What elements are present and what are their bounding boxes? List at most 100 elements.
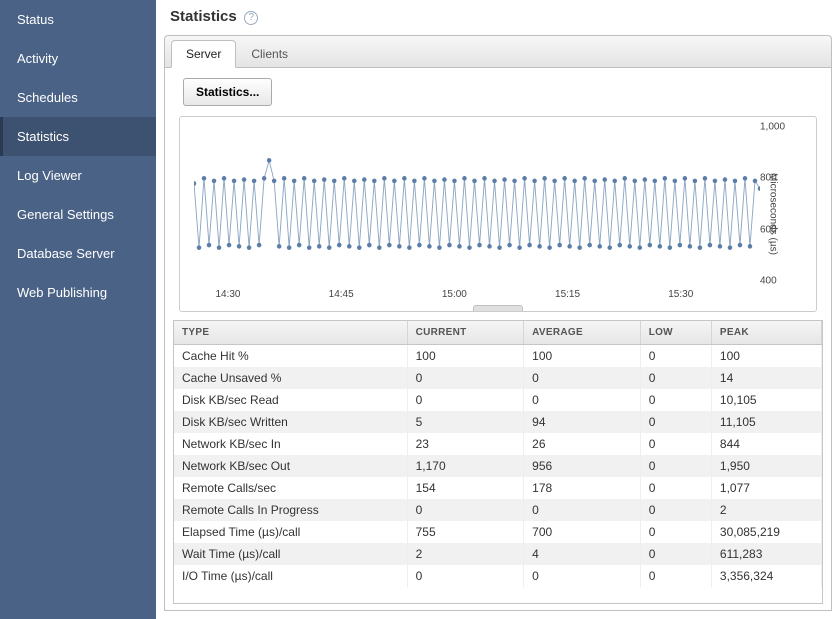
chart-y-tick: 1,000 [760, 122, 785, 133]
table-row[interactable]: Remote Calls In Progress0002 [174, 499, 822, 521]
table-row[interactable]: Disk KB/sec Written594011,105 [174, 411, 822, 433]
table-header-peak[interactable]: PEAK [711, 321, 821, 345]
table-row[interactable]: Network KB/sec In23260844 [174, 433, 822, 455]
cell-average: 956 [524, 455, 641, 477]
cell-current: 0 [407, 499, 524, 521]
cell-average: 0 [524, 367, 641, 389]
cell-current: 0 [407, 565, 524, 587]
cell-average: 94 [524, 411, 641, 433]
cell-peak: 611,283 [711, 543, 821, 565]
table-header-type[interactable]: TYPE [174, 321, 407, 345]
cell-type: I/O Time (µs)/call [174, 565, 407, 587]
sidebar-item-web-publishing[interactable]: Web Publishing [0, 273, 156, 312]
table-row[interactable]: Remote Calls/sec15417801,077 [174, 477, 822, 499]
cell-type: Cache Unsaved % [174, 367, 407, 389]
table-row[interactable]: Cache Unsaved %00014 [174, 367, 822, 389]
stats-table: TYPECURRENTAVERAGELOWPEAK Cache Hit %100… [174, 321, 822, 587]
main-panel: Statistics ? ServerClients Statistics...… [156, 0, 840, 619]
cell-low: 0 [640, 521, 711, 543]
cell-low: 0 [640, 389, 711, 411]
cell-low: 0 [640, 565, 711, 587]
cell-peak: 11,105 [711, 411, 821, 433]
page-title: Statistics [170, 8, 237, 25]
stats-table-wrap: TYPECURRENTAVERAGELOWPEAK Cache Hit %100… [173, 320, 823, 604]
cell-type: Disk KB/sec Written [174, 411, 407, 433]
cell-low: 0 [640, 433, 711, 455]
chart-x-tick: 15:00 [442, 289, 467, 300]
cell-peak: 844 [711, 433, 821, 455]
cell-peak: 1,077 [711, 477, 821, 499]
tab-server[interactable]: Server [171, 40, 236, 68]
sidebar-item-statistics[interactable]: Statistics [0, 117, 156, 156]
sidebar-item-schedules[interactable]: Schedules [0, 78, 156, 117]
cell-low: 0 [640, 455, 711, 477]
cell-peak: 3,356,324 [711, 565, 821, 587]
cell-current: 2 [407, 543, 524, 565]
cell-current: 23 [407, 433, 524, 455]
chart-x-tick: 15:15 [555, 289, 580, 300]
chart-x-tick: 14:45 [329, 289, 354, 300]
chart-x-tick: 14:30 [215, 289, 240, 300]
cell-low: 0 [640, 477, 711, 499]
cell-type: Remote Calls/sec [174, 477, 407, 499]
cell-type: Remote Calls In Progress [174, 499, 407, 521]
cell-current: 0 [407, 367, 524, 389]
tab-clients[interactable]: Clients [236, 40, 303, 68]
sidebar-item-log-viewer[interactable]: Log Viewer [0, 156, 156, 195]
table-header-current[interactable]: CURRENT [407, 321, 524, 345]
table-header-average[interactable]: AVERAGE [524, 321, 641, 345]
cell-type: Disk KB/sec Read [174, 389, 407, 411]
cell-peak: 30,085,219 [711, 521, 821, 543]
page-header: Statistics ? [156, 0, 840, 35]
cell-type: Network KB/sec Out [174, 455, 407, 477]
cell-peak: 100 [711, 345, 821, 368]
sidebar-item-status[interactable]: Status [0, 0, 156, 39]
resize-grip[interactable] [473, 305, 523, 311]
table-body: Cache Hit %1001000100Cache Unsaved %0001… [174, 345, 822, 588]
cell-current: 755 [407, 521, 524, 543]
table-header-low[interactable]: LOW [640, 321, 711, 345]
table-row[interactable]: I/O Time (µs)/call0003,356,324 [174, 565, 822, 587]
cell-average: 178 [524, 477, 641, 499]
chart-svg [194, 127, 760, 281]
cell-current: 0 [407, 389, 524, 411]
chart-y-label: Microseconds (µs) [768, 173, 779, 255]
cell-low: 0 [640, 543, 711, 565]
help-icon[interactable]: ? [244, 11, 258, 25]
cell-peak: 14 [711, 367, 821, 389]
tab-bar: ServerClients [164, 35, 832, 68]
cell-low: 0 [640, 367, 711, 389]
table-row[interactable]: Cache Hit %1001000100 [174, 345, 822, 368]
cell-type: Cache Hit % [174, 345, 407, 368]
cell-type: Network KB/sec In [174, 433, 407, 455]
cell-current: 5 [407, 411, 524, 433]
cell-average: 700 [524, 521, 641, 543]
cell-peak: 2 [711, 499, 821, 521]
cell-low: 0 [640, 499, 711, 521]
sidebar-item-activity[interactable]: Activity [0, 39, 156, 78]
cell-peak: 1,950 [711, 455, 821, 477]
cell-average: 0 [524, 499, 641, 521]
cell-current: 100 [407, 345, 524, 368]
sidebar-item-database-server[interactable]: Database Server [0, 234, 156, 273]
statistics-button[interactable]: Statistics... [183, 78, 272, 106]
cell-type: Wait Time (µs)/call [174, 543, 407, 565]
chart: 4006008001,000 Microseconds (µs) 14:3014… [179, 116, 817, 312]
table-row[interactable]: Network KB/sec Out1,17095601,950 [174, 455, 822, 477]
cell-current: 1,170 [407, 455, 524, 477]
chart-x-axis: 14:30 14:45 15:00 15:15 15:30 [194, 289, 760, 305]
cell-average: 4 [524, 543, 641, 565]
table-row[interactable]: Elapsed Time (µs)/call755700030,085,219 [174, 521, 822, 543]
table-row[interactable]: Wait Time (µs)/call240611,283 [174, 543, 822, 565]
cell-average: 100 [524, 345, 641, 368]
chart-y-tick: 400 [760, 276, 777, 287]
toolbar: Statistics... [165, 68, 831, 116]
cell-current: 154 [407, 477, 524, 499]
cell-type: Elapsed Time (µs)/call [174, 521, 407, 543]
cell-average: 0 [524, 389, 641, 411]
cell-average: 0 [524, 565, 641, 587]
chart-x-tick: 15:30 [668, 289, 693, 300]
sidebar-item-general-settings[interactable]: General Settings [0, 195, 156, 234]
table-row[interactable]: Disk KB/sec Read00010,105 [174, 389, 822, 411]
chart-plot-area [194, 127, 760, 281]
